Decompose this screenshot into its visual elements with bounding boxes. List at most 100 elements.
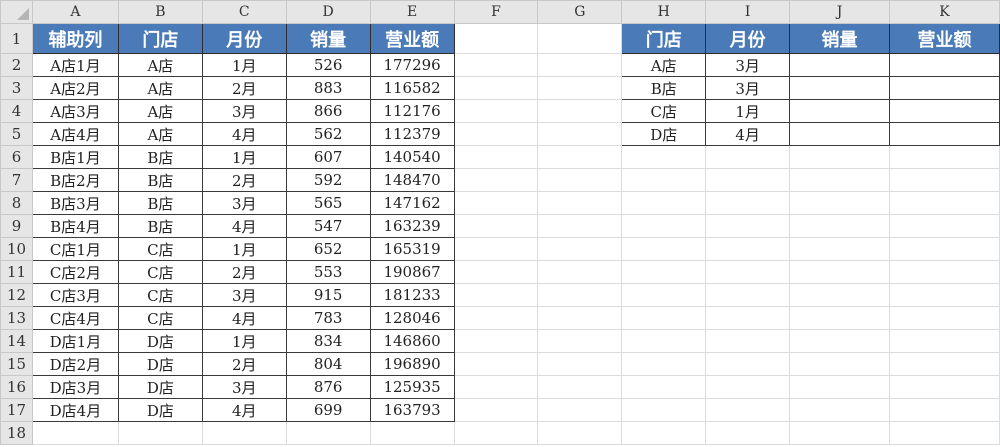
cell[interactable] bbox=[705, 398, 791, 422]
table1-cell[interactable]: 1月 bbox=[201, 145, 287, 169]
table1-cell[interactable]: 2月 bbox=[201, 260, 287, 284]
row-header[interactable]: 13 bbox=[0, 306, 33, 330]
table1-cell[interactable]: D店3月 bbox=[31, 375, 119, 399]
cell[interactable] bbox=[453, 122, 539, 146]
table1-cell[interactable]: 592 bbox=[285, 168, 371, 192]
row-header[interactable]: 15 bbox=[0, 352, 33, 376]
cell[interactable] bbox=[537, 23, 623, 54]
table1-cell[interactable]: 547 bbox=[285, 214, 371, 238]
row-header[interactable]: 6 bbox=[0, 145, 33, 169]
table1-cell[interactable]: D店 bbox=[117, 329, 203, 353]
select-all-corner[interactable] bbox=[0, 0, 33, 24]
table1-cell[interactable]: D店 bbox=[117, 375, 203, 399]
table1-cell[interactable]: A店3月 bbox=[31, 99, 119, 123]
table1-cell[interactable]: 140540 bbox=[369, 145, 455, 169]
cell[interactable] bbox=[888, 398, 1000, 422]
row-header[interactable]: 16 bbox=[0, 375, 33, 399]
cell[interactable] bbox=[888, 191, 1000, 215]
table1-cell[interactable]: C店 bbox=[117, 237, 203, 261]
cell[interactable] bbox=[537, 99, 623, 123]
cell[interactable] bbox=[789, 352, 890, 376]
cell[interactable] bbox=[705, 329, 791, 353]
cell[interactable] bbox=[789, 168, 890, 192]
table1-cell[interactable]: B店 bbox=[117, 191, 203, 215]
table1-cell[interactable]: 876 bbox=[285, 375, 371, 399]
table1-cell[interactable]: C店3月 bbox=[31, 283, 119, 307]
table2-cell[interactable]: C店 bbox=[621, 99, 707, 123]
cell[interactable] bbox=[621, 283, 707, 307]
table1-cell[interactable]: C店 bbox=[117, 260, 203, 284]
cell[interactable] bbox=[453, 191, 539, 215]
table1-cell[interactable]: 146860 bbox=[369, 329, 455, 353]
cell[interactable] bbox=[537, 237, 623, 261]
table1-cell[interactable]: 3月 bbox=[201, 191, 287, 215]
table2-cell[interactable]: A店 bbox=[621, 53, 707, 77]
cell[interactable] bbox=[537, 283, 623, 307]
cell[interactable] bbox=[537, 421, 623, 445]
table1-cell[interactable]: B店1月 bbox=[31, 145, 119, 169]
table1-cell[interactable]: A店 bbox=[117, 99, 203, 123]
table1-cell[interactable]: B店 bbox=[117, 214, 203, 238]
cell[interactable] bbox=[888, 352, 1000, 376]
cell[interactable] bbox=[789, 260, 890, 284]
cell[interactable] bbox=[789, 421, 890, 445]
table2-cell[interactable] bbox=[789, 53, 890, 77]
column-header-b[interactable]: B bbox=[117, 0, 203, 24]
table1-cell[interactable]: 147162 bbox=[369, 191, 455, 215]
table1-cell[interactable]: 112176 bbox=[369, 99, 455, 123]
column-header-a[interactable]: A bbox=[31, 0, 119, 24]
column-header-g[interactable]: G bbox=[537, 0, 623, 24]
table1-cell[interactable]: 652 bbox=[285, 237, 371, 261]
row-header[interactable]: 4 bbox=[0, 99, 33, 123]
table1-cell[interactable]: D店1月 bbox=[31, 329, 119, 353]
table1-cell[interactable]: 699 bbox=[285, 398, 371, 422]
cell[interactable] bbox=[453, 329, 539, 353]
cell[interactable] bbox=[705, 145, 791, 169]
table1-cell[interactable]: 2月 bbox=[201, 352, 287, 376]
cell[interactable] bbox=[789, 398, 890, 422]
table1-cell[interactable]: 3月 bbox=[201, 375, 287, 399]
column-header-i[interactable]: I bbox=[705, 0, 791, 24]
table1-cell[interactable]: 4月 bbox=[201, 398, 287, 422]
table1-cell[interactable]: 3月 bbox=[201, 283, 287, 307]
row-header[interactable]: 1 bbox=[0, 23, 33, 54]
cell[interactable] bbox=[888, 168, 1000, 192]
cell[interactable] bbox=[537, 306, 623, 330]
table1-cell[interactable]: B店 bbox=[117, 168, 203, 192]
cell[interactable] bbox=[705, 214, 791, 238]
table2-cell[interactable] bbox=[888, 76, 1000, 100]
row-header[interactable]: 11 bbox=[0, 260, 33, 284]
column-header-k[interactable]: K bbox=[888, 0, 1000, 24]
table1-cell[interactable]: 163793 bbox=[369, 398, 455, 422]
cell[interactable] bbox=[537, 145, 623, 169]
table1-cell[interactable]: A店4月 bbox=[31, 122, 119, 146]
cell[interactable] bbox=[453, 421, 539, 445]
table2-cell[interactable]: 1月 bbox=[705, 99, 791, 123]
cell[interactable] bbox=[537, 329, 623, 353]
cell[interactable] bbox=[789, 237, 890, 261]
table1-cell[interactable]: 526 bbox=[285, 53, 371, 77]
table1-cell[interactable]: A店 bbox=[117, 122, 203, 146]
table1-cell[interactable]: 2月 bbox=[201, 76, 287, 100]
cell[interactable] bbox=[453, 306, 539, 330]
row-header[interactable]: 2 bbox=[0, 53, 33, 77]
table1-cell[interactable]: 177296 bbox=[369, 53, 455, 77]
cell[interactable] bbox=[369, 421, 455, 445]
table1-cell[interactable]: 562 bbox=[285, 122, 371, 146]
cell[interactable] bbox=[705, 237, 791, 261]
cell[interactable] bbox=[705, 375, 791, 399]
cell[interactable] bbox=[705, 283, 791, 307]
cell[interactable] bbox=[789, 375, 890, 399]
table2-cell[interactable] bbox=[789, 122, 890, 146]
column-header-d[interactable]: D bbox=[285, 0, 371, 24]
cell[interactable] bbox=[453, 398, 539, 422]
row-header[interactable]: 10 bbox=[0, 237, 33, 261]
cell[interactable] bbox=[453, 352, 539, 376]
cell[interactable] bbox=[621, 214, 707, 238]
cell[interactable] bbox=[31, 421, 119, 445]
table2-header-cell[interactable]: 门店 bbox=[621, 23, 707, 54]
cell[interactable] bbox=[705, 352, 791, 376]
cell[interactable] bbox=[789, 329, 890, 353]
table1-header-cell[interactable]: 门店 bbox=[117, 23, 203, 54]
cell[interactable] bbox=[117, 421, 203, 445]
